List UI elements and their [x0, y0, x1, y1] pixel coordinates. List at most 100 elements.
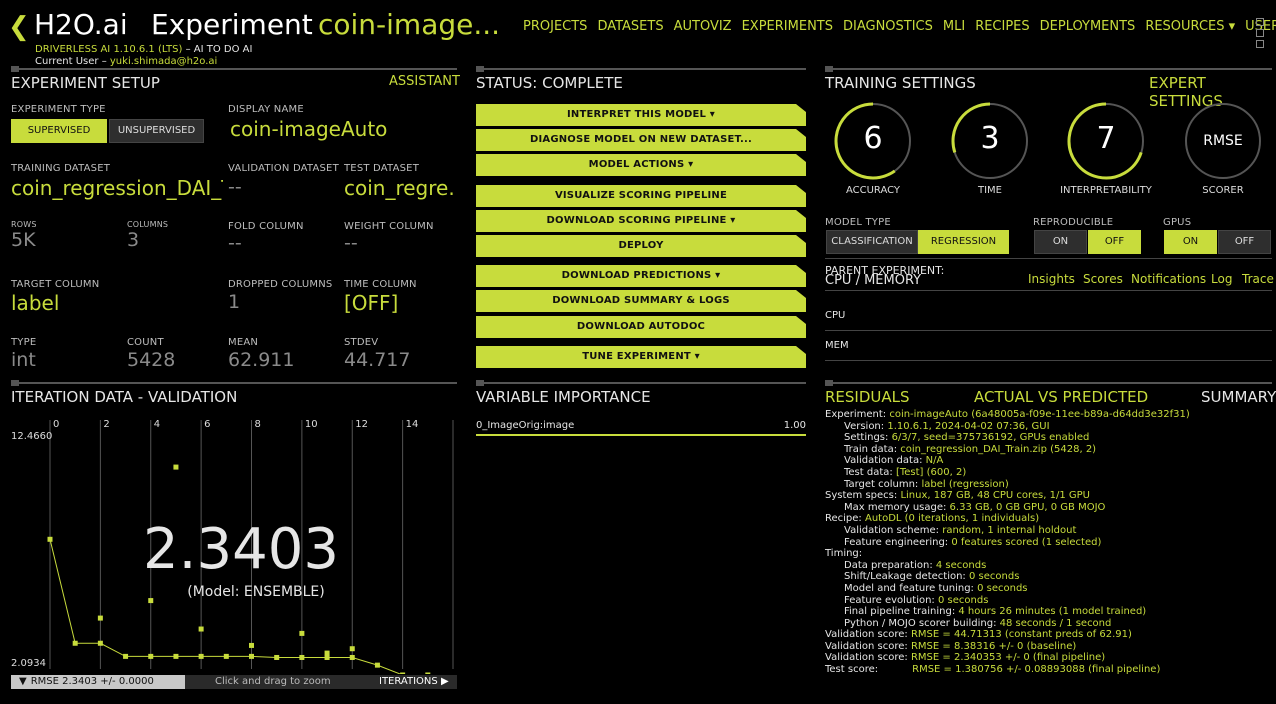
rows-value: 5K	[11, 229, 36, 251]
time-label: TIME	[977, 185, 1002, 196]
scorer-dropdown[interactable]: ▼ RMSE 2.3403 +/- 0.0000	[11, 675, 185, 689]
tab-trace[interactable]: Trace	[1242, 272, 1274, 286]
reproducible-off-button[interactable]: OFF	[1088, 230, 1141, 254]
apps-grid-icon[interactable]	[1256, 18, 1264, 51]
display-name-value[interactable]: coin-imageAuto	[230, 117, 387, 141]
nav-mli[interactable]: MLI	[943, 19, 965, 34]
summary-key: Shift/Leakage detection:	[844, 571, 969, 583]
x-tick-label: 0	[53, 419, 59, 430]
iteration-point	[148, 653, 154, 659]
gpus-off-button[interactable]: OFF	[1218, 230, 1271, 254]
tune-experiment-button[interactable]: TUNE EXPERIMENT ▾	[476, 346, 806, 368]
summary-row: Feature evolution: 0 seconds	[825, 595, 1275, 607]
validation-dataset-value[interactable]: --	[228, 176, 242, 198]
time-column-label: TIME COLUMN	[344, 279, 417, 290]
back-chevron-icon[interactable]: ❮	[8, 12, 30, 42]
summary-value: RMSE = 44.71313 (constant preds of 62.91…	[910, 629, 1132, 641]
version-label: DRIVERLESS AI 1.10.6.1 (LTS) – AI TO DO …	[35, 44, 252, 55]
tab-scores[interactable]: Scores	[1083, 272, 1123, 286]
section-divider	[825, 380, 1272, 386]
target-column-value[interactable]: label	[11, 291, 59, 315]
summary-row: Final pipeline training: 4 hours 26 minu…	[825, 606, 1275, 618]
x-tick-label: 2	[103, 419, 109, 430]
h2o-logo[interactable]: H2O.ai	[34, 8, 128, 41]
gpus-label: GPUS	[1163, 217, 1192, 228]
version-text: DRIVERLESS AI 1.10.6.1 (LTS)	[35, 44, 183, 55]
user-email[interactable]: yuki.shimada@h2o.ai	[110, 56, 217, 67]
download-scoring-pipeline-button[interactable]: DOWNLOAD SCORING PIPELINE ▾	[476, 210, 806, 232]
interpret-model-button[interactable]: INTERPRET THIS MODEL ▾	[476, 104, 806, 126]
iteration-data-title: ITERATION DATA - VALIDATION	[11, 388, 238, 406]
nav-autoviz[interactable]: AUTOVIZ	[674, 19, 732, 34]
y-tick-label: 2.0934	[11, 658, 46, 669]
nav-deployments[interactable]: DEPLOYMENTS	[1040, 19, 1136, 34]
summary-value: 4 seconds	[935, 559, 987, 571]
summary-row: Timing:	[825, 548, 1275, 560]
type-label: TYPE	[11, 337, 37, 348]
dropped-columns-value[interactable]: 1	[228, 291, 240, 313]
nav-experiments[interactable]: EXPERIMENTS	[742, 19, 833, 34]
summary-row: Validation data: N/A	[825, 455, 1275, 467]
play-icon: ▶	[440, 676, 449, 687]
training-dataset-value[interactable]: coin_regression_DAI_Train	[11, 176, 223, 200]
iterations-button[interactable]: ITERATIONS ▶	[379, 676, 449, 687]
tab-summary[interactable]: SUMMARY	[1201, 388, 1276, 406]
iteration-point	[198, 653, 204, 659]
visualize-pipeline-button[interactable]: VISUALIZE SCORING PIPELINE	[476, 185, 806, 207]
regression-button[interactable]: REGRESSION	[918, 230, 1009, 254]
nav-datasets[interactable]: DATASETS	[597, 19, 663, 34]
x-tick-label: 4	[154, 419, 160, 430]
section-divider	[476, 66, 806, 72]
download-predictions-button[interactable]: DOWNLOAD PREDICTIONS ▾	[476, 265, 806, 287]
fold-column-label: FOLD COLUMN	[228, 221, 304, 232]
download-summary-button[interactable]: DOWNLOAD SUMMARY & LOGS	[476, 290, 806, 312]
iteration-point	[123, 653, 129, 659]
reproducible-on-button[interactable]: ON	[1034, 230, 1087, 254]
summary-row: Python / MOJO scorer building: 48 second…	[825, 618, 1275, 630]
weight-column-value[interactable]: --	[344, 232, 358, 254]
tab-actual-vs-predicted[interactable]: ACTUAL VS PREDICTED	[974, 388, 1148, 406]
stdev-value: 44.717	[344, 349, 411, 371]
tab-insights[interactable]: Insights	[1028, 272, 1075, 286]
nav-projects[interactable]: PROJECTS	[523, 19, 587, 34]
fold-column-value[interactable]: --	[228, 232, 242, 254]
summary-key: Validation score:	[825, 640, 911, 652]
nav-resources[interactable]: RESOURCES ▾	[1145, 19, 1235, 34]
summary-row: Shift/Leakage detection: 0 seconds	[825, 571, 1275, 583]
x-tick-label: 14	[406, 419, 419, 430]
nav-recipes[interactable]: RECIPES	[975, 19, 1029, 34]
deploy-button[interactable]: DEPLOY	[476, 235, 806, 257]
y-tick-label: 12.4660	[11, 431, 52, 442]
varimp-feature[interactable]: 0_ImageOrig:image	[476, 420, 574, 431]
diagnose-model-button[interactable]: DIAGNOSE MODEL ON NEW DATASET...	[476, 129, 806, 151]
accuracy-label: ACCURACY	[845, 185, 901, 196]
supervised-button[interactable]: SUPERVISED	[11, 119, 107, 143]
display-name-label: DISPLAY NAME	[228, 104, 304, 115]
classification-button[interactable]: CLASSIFICATION	[826, 230, 918, 254]
mem-label: MEM	[825, 340, 849, 351]
summary-key: System specs:	[825, 490, 901, 502]
nav-diagnostics[interactable]: DIAGNOSTICS	[843, 19, 933, 34]
model-actions-button[interactable]: MODEL ACTIONS ▾	[476, 154, 806, 176]
assistant-link[interactable]: ASSISTANT	[389, 74, 460, 89]
tab-notifications[interactable]: Notifications	[1131, 272, 1206, 286]
summary-row: Max memory usage: 6.33 GB, 0 GB GPU, 0 G…	[825, 502, 1275, 514]
time-column-value[interactable]: [OFF]	[344, 291, 398, 315]
iteration-point	[400, 672, 406, 674]
tab-residuals[interactable]: RESIDUALS	[825, 388, 910, 406]
rows-label: ROWS	[11, 220, 37, 229]
summary-key: Recipe:	[825, 513, 865, 525]
tab-log[interactable]: Log	[1211, 272, 1232, 286]
download-autodoc-button[interactable]: DOWNLOAD AUTODOC	[476, 316, 806, 338]
unsupervised-button[interactable]: UNSUPERVISED	[109, 119, 204, 143]
summary-key: Validation scheme:	[844, 524, 943, 536]
summary-key: Target column:	[844, 478, 922, 490]
test-dataset-value[interactable]: coin_regre...	[344, 176, 456, 200]
variable-importance-title: VARIABLE IMPORTANCE	[476, 388, 651, 406]
cpu-label: CPU	[825, 310, 846, 321]
cpu-memory-title: CPU / MEMORY	[825, 273, 922, 288]
iteration-point	[72, 640, 78, 646]
gpus-on-button[interactable]: ON	[1164, 230, 1217, 254]
iteration-point	[97, 640, 103, 646]
iteration-point	[97, 615, 103, 621]
